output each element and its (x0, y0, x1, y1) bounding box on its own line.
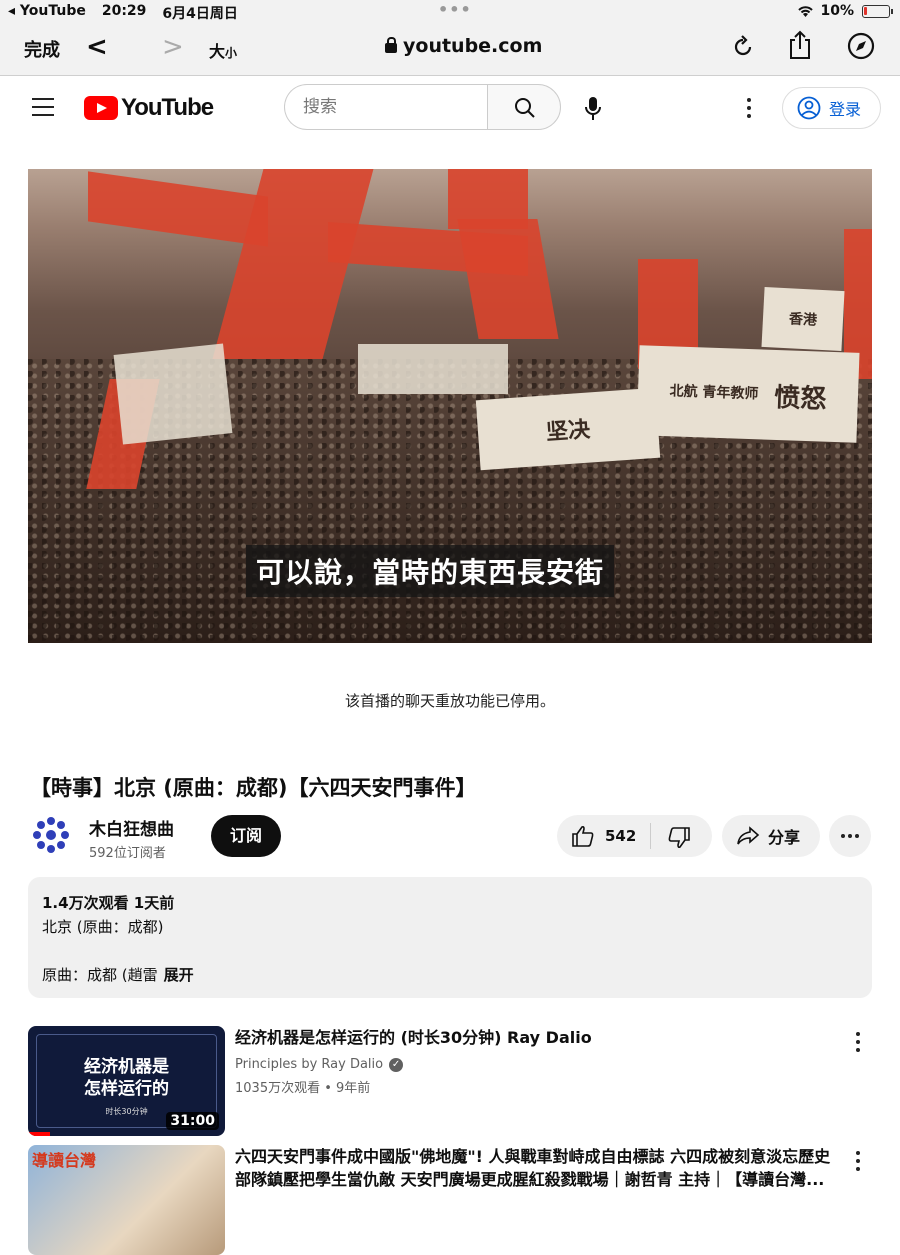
view-stats: 1.4万次观看 1天前 (42, 894, 175, 912)
protest-banner (358, 344, 508, 394)
address-bar[interactable]: youtube.com (385, 35, 542, 57)
reload-icon[interactable] (732, 34, 754, 58)
protest-banner: 北航 青年教师 愤怒 (636, 345, 860, 443)
video-more-icon[interactable] (856, 1151, 860, 1175)
back-chevron-icon[interactable]: < (86, 32, 108, 62)
like-dislike-group: 542 (557, 815, 712, 857)
search-input[interactable]: 搜索 (284, 84, 488, 130)
youtube-play-icon (84, 96, 118, 120)
protest-banner: 香港 (761, 286, 845, 352)
protest-banner (113, 343, 233, 445)
battery-percent: 10% (820, 3, 854, 19)
red-flag (88, 171, 268, 247)
wifi-icon (798, 5, 814, 17)
settings-more-icon[interactable] (747, 98, 751, 122)
description-box[interactable]: 1.4万次观看 1天前 北京 (原曲：成都) 原曲：成都 (趙雷 展开 (28, 877, 872, 998)
subscriber-count: 592位订阅者 (89, 846, 166, 861)
status-bar: ◂ YouTube 20:29 6月4日周日 ••• 10% (0, 0, 900, 24)
description-line: 北京 (原曲：成都) (42, 918, 164, 936)
signin-button[interactable]: 登录 (782, 87, 881, 129)
share-icon[interactable] (787, 30, 813, 60)
done-button[interactable]: 完成 (24, 36, 60, 62)
red-flag (457, 219, 559, 339)
chat-replay-notice: 该首播的聊天重放功能已停用。 (344, 692, 555, 710)
status-date: 6月4日周日 (162, 6, 238, 22)
channel-avatar[interactable] (31, 815, 71, 855)
video-title: 【時事】北京 (原曲：成都)【六四天安門事件】 (30, 776, 477, 800)
thumbs-up-icon[interactable] (571, 825, 595, 847)
video-thumbnail[interactable]: 導讀台灣 (28, 1145, 225, 1255)
expand-button[interactable]: 展开 (164, 966, 194, 984)
back-to-app-label[interactable]: ◂ YouTube (8, 3, 86, 23)
like-separator (650, 823, 651, 849)
search-button[interactable] (487, 84, 561, 130)
recommended-meta: 1035万次观看 • 9年前 (235, 1081, 371, 1096)
text-size-button[interactable]: 大小 (209, 38, 237, 62)
multitask-dots-icon[interactable]: ••• (438, 0, 472, 19)
video-subtitle: 可以說，當時的東西長安街 (246, 545, 615, 597)
verified-check-icon: ✓ (389, 1057, 404, 1072)
channel-name[interactable]: 木白狂想曲 (89, 815, 174, 840)
video-duration: 31:00 (166, 1112, 219, 1130)
more-actions-button[interactable] (829, 815, 871, 857)
video-thumbnail[interactable]: 经济机器是 怎样运行的 时长30分钟 31:00 (28, 1026, 225, 1136)
search-icon (515, 98, 535, 118)
video-player[interactable]: 北航 青年教师 愤怒 坚决 香港 可以說，當時的東西長安街 (28, 169, 872, 643)
recommended-video[interactable]: 導讀台灣 六四天安門事件成中國版"佛地魔"! 人與戰車對峙成自由標誌 六四成被刻… (28, 1145, 872, 1255)
thumbs-down-icon[interactable] (667, 827, 691, 849)
video-more-icon[interactable] (856, 1032, 860, 1056)
recommended-channel[interactable]: Principles by Ray Dalio ✓ (235, 1057, 404, 1072)
menu-icon[interactable] (32, 98, 54, 122)
lock-icon (385, 37, 397, 53)
recommended-video[interactable]: 经济机器是 怎样运行的 时长30分钟 31:00 经济机器是怎样运行的 (时长30… (28, 1026, 872, 1136)
share-arrow-icon (737, 826, 760, 845)
share-button[interactable]: 分享 (722, 815, 820, 857)
compass-icon[interactable] (847, 32, 875, 60)
browser-toolbar: 完成 < > 大小 youtube.com (0, 24, 900, 76)
watch-progress-bar (28, 1132, 50, 1136)
microphone-icon[interactable] (583, 96, 603, 122)
subscribe-button[interactable]: 订阅 (211, 815, 281, 857)
protest-banner: 坚决 (475, 387, 661, 471)
forward-chevron-icon[interactable]: > (162, 32, 184, 62)
battery-icon (862, 4, 893, 18)
description-line: 原曲：成都 (趙雷 (42, 966, 158, 984)
recommended-title[interactable]: 六四天安門事件成中國版"佛地魔"! 人與戰車對峙成自由標誌 六四成被刻意淡忘歷史… (235, 1145, 835, 1191)
status-time: 20:29 (101, 3, 147, 19)
like-count[interactable]: 542 (605, 827, 636, 845)
youtube-logo[interactable]: YouTube (84, 94, 214, 122)
recommended-title[interactable]: 经济机器是怎样运行的 (时长30分钟) Ray Dalio (235, 1026, 835, 1049)
account-icon (797, 96, 821, 120)
youtube-header: YouTube 搜索 登录 (0, 76, 900, 140)
url-text: youtube.com (403, 35, 543, 57)
